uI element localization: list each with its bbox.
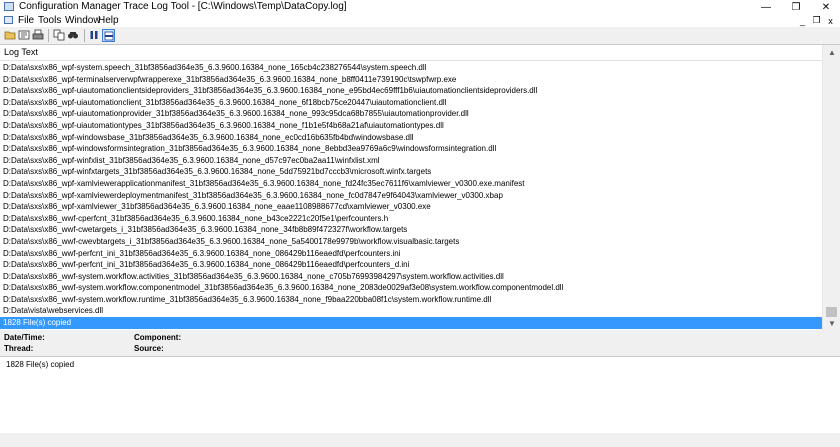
- print-icon: [32, 29, 44, 40]
- vertical-scrollbar[interactable]: ▲ ▼: [822, 45, 840, 330]
- status-bar: [0, 433, 840, 447]
- log-row[interactable]: D:Data\sxs\x86_wwf-cperfcnt_31bf3856ad36…: [0, 213, 822, 225]
- log-row[interactable]: D:Data\sxs\x86_wwf-cwevbtargets_i_31bf38…: [0, 236, 822, 248]
- title-bar: Configuration Manager Trace Log Tool - […: [0, 0, 840, 14]
- log-row[interactable]: D:Data\sxs\x86_wwf-perfcnt_ini_31bf3856a…: [0, 259, 822, 271]
- log-row[interactable]: D:Data\sxs\x86_wpf-winfxlist_31bf3856ad3…: [0, 155, 822, 167]
- message-text: 1828 File(s) copied: [6, 360, 75, 369]
- document-icon[interactable]: [4, 16, 13, 24]
- open-icon: [4, 31, 16, 40]
- copy-icon: [53, 29, 65, 41]
- log-row[interactable]: D:Data\sxs\x86_wpf-xamlviewer_31bf3856ad…: [0, 201, 822, 213]
- log-row[interactable]: D:Data\sxs\x86_wwf-system.workflow.activ…: [0, 271, 822, 283]
- minimize-icon: _: [799, 15, 805, 26]
- menu-bar: File Tools Window Help _ ❐ x: [0, 14, 840, 27]
- log-row[interactable]: D:Data\sxs\x86_wwf-cwetargets_i_31bf3856…: [0, 224, 822, 236]
- chevron-up-icon: ▲: [828, 47, 836, 57]
- find-button[interactable]: [67, 29, 79, 41]
- log-rows: D:Data\sxs\x86_wpf-system.speech_31bf385…: [0, 62, 822, 330]
- scroll-up-button[interactable]: ▲: [823, 45, 840, 59]
- restore-icon: ❐: [791, 1, 801, 13]
- log-row[interactable]: D:Data\sxs\x86_wpf-winfxtargets_31bf3856…: [0, 166, 822, 178]
- refresh-icon: [18, 30, 30, 40]
- log-row[interactable]: D:Data\sxs\x86_wpf-uiautomationtypes_31b…: [0, 120, 822, 132]
- restore-icon: ❐: [812, 15, 821, 25]
- log-row[interactable]: D:Data\sxs\x86_wpf-xamlviewerdeploymentm…: [0, 190, 822, 202]
- log-row[interactable]: D:Data\sxs\x86_wpf-uiautomationclient_31…: [0, 97, 822, 109]
- close-icon: x: [828, 15, 833, 26]
- log-row[interactable]: D:Data\vista\webservices.dll: [0, 305, 822, 317]
- datetime-label: Date/Time:: [4, 333, 45, 342]
- chevron-down-icon: ▼: [828, 318, 836, 328]
- log-row[interactable]: D:Data\sxs\x86_wwf-perfcnt_ini_31bf3856a…: [0, 248, 822, 260]
- close-icon: ✕: [821, 1, 831, 13]
- log-row[interactable]: D:Data\sxs\x86_wpf-uiautomationclientsid…: [0, 85, 822, 97]
- log-row[interactable]: D:Data\sxs\x86_wpf-terminalserverwpfwrap…: [0, 74, 822, 86]
- component-label: Component:: [134, 333, 182, 342]
- log-row[interactable]: D:Data\sxs\x86_wwf-system.workflow.runti…: [0, 294, 822, 306]
- thread-label: Thread:: [4, 344, 34, 353]
- log-row[interactable]: D:Data\sxs\x86_wpf-uiautomationprovider_…: [0, 108, 822, 120]
- log-row[interactable]: D:Data\sxs\x86_wpf-xamlviewerapplication…: [0, 178, 822, 190]
- menu-help[interactable]: Help: [98, 15, 119, 26]
- maximize-button[interactable]: ❐: [782, 0, 810, 14]
- scroll-down-button[interactable]: ▼: [823, 316, 840, 330]
- toolbar-separator: [48, 29, 49, 42]
- mdi-restore-button[interactable]: ❐: [810, 15, 823, 26]
- log-row[interactable]: D:Data\sxs\x86_wwf-system.workflow.compo…: [0, 282, 822, 294]
- column-header[interactable]: Log Text: [0, 45, 822, 61]
- log-row[interactable]: D:Data\sxs\x86_wpf-windowsformsintegrati…: [0, 143, 822, 155]
- message-text-box[interactable]: 1828 File(s) copied: [0, 356, 840, 434]
- print-button[interactable]: [32, 29, 44, 41]
- source-label: Source:: [134, 344, 164, 353]
- mdi-minimize-button[interactable]: _: [796, 15, 809, 26]
- highlight-icon: [104, 31, 113, 40]
- toolbar: [0, 27, 840, 45]
- refresh-button[interactable]: [18, 29, 30, 41]
- log-list: Log Text D:Data\sxs\x86_wpf-system.speec…: [0, 44, 840, 330]
- highlight-button[interactable]: [102, 29, 115, 42]
- menu-tools[interactable]: Tools: [38, 15, 61, 26]
- window-title: Configuration Manager Trace Log Tool - […: [19, 1, 347, 12]
- find-icon: [68, 32, 78, 39]
- pause-icon: [90, 31, 98, 39]
- mdi-close-button[interactable]: x: [824, 15, 837, 26]
- log-row[interactable]: D:Data\sxs\x86_wpf-windowsbase_31bf3856a…: [0, 132, 822, 144]
- column-header-log-text: Log Text: [4, 47, 38, 57]
- pause-button[interactable]: [88, 29, 100, 41]
- details-panel: Date/Time: Thread: Component: Source:: [0, 330, 840, 355]
- minimize-button[interactable]: —: [752, 0, 780, 14]
- close-button[interactable]: ✕: [812, 0, 840, 14]
- open-button[interactable]: [4, 29, 16, 41]
- app-icon: [4, 2, 14, 11]
- toolbar-separator: [84, 29, 85, 42]
- log-row-selected[interactable]: 1828 File(s) copied: [0, 317, 822, 329]
- menu-window[interactable]: Window: [65, 15, 101, 26]
- menu-file[interactable]: File: [18, 15, 34, 26]
- minimize-icon: —: [761, 1, 771, 13]
- copy-button[interactable]: [53, 29, 65, 41]
- log-row[interactable]: D:Data\sxs\x86_wpf-system.speech_31bf385…: [0, 62, 822, 74]
